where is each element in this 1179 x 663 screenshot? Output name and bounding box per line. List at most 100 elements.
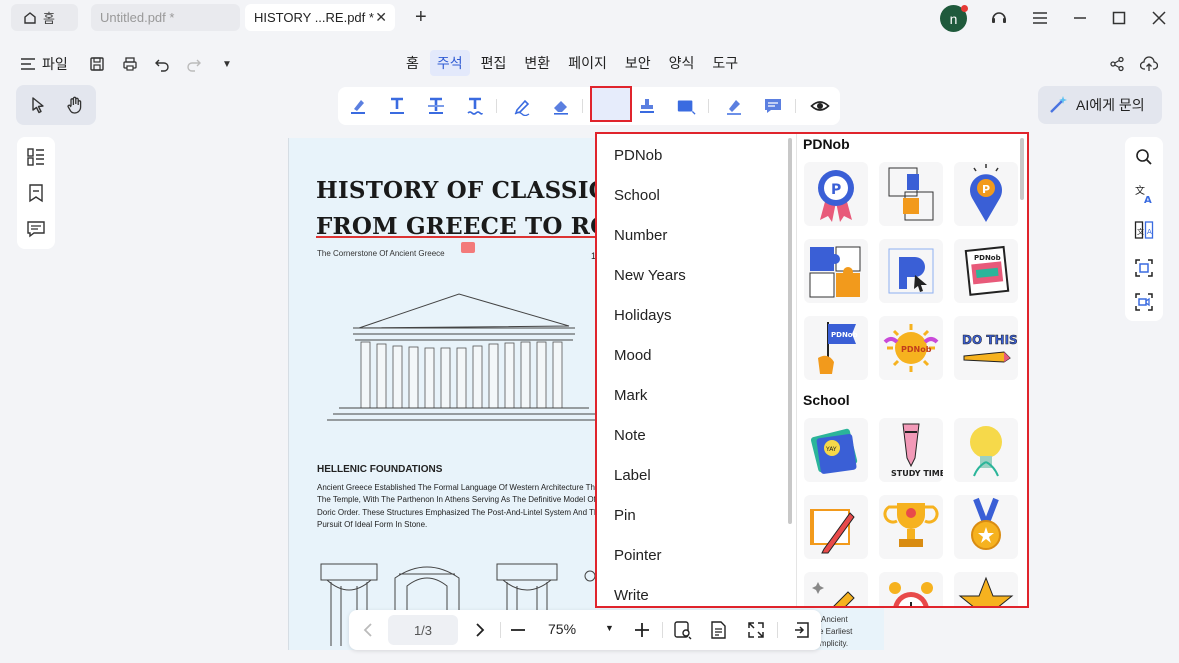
category-number[interactable]: Number — [614, 227, 667, 244]
zoom-dropdown-icon[interactable]: ▼ — [605, 623, 614, 633]
puzzle-sticker[interactable] — [804, 239, 868, 303]
squiggly-text-icon[interactable] — [465, 96, 485, 116]
category-pointer[interactable]: Pointer — [614, 547, 662, 564]
svg-text:DO THIS: DO THIS — [962, 333, 1018, 347]
star-sticker[interactable] — [954, 572, 1018, 606]
category-write[interactable]: Write — [614, 587, 649, 604]
translate-icon[interactable]: 文A — [1133, 183, 1155, 205]
page-indicator[interactable]: 1/3 — [388, 615, 458, 645]
next-page-icon[interactable] — [470, 620, 490, 640]
eraser-icon[interactable] — [551, 96, 571, 116]
redo-icon[interactable] — [185, 55, 203, 73]
highlight-icon[interactable] — [348, 96, 368, 116]
home-tab[interactable]: 홈 — [11, 4, 78, 31]
tab-history[interactable]: HISTORY ...RE.pdf * ✕ — [245, 4, 395, 31]
study-time-sticker[interactable]: STUDY TIME — [879, 418, 945, 482]
category-mark[interactable]: Mark — [614, 387, 647, 404]
read-mode-icon[interactable] — [673, 620, 693, 640]
undo-icon[interactable] — [153, 55, 171, 73]
menu-page[interactable]: 페이지 — [561, 50, 614, 76]
search-icon[interactable] — [1133, 146, 1155, 168]
share-icon[interactable] — [1108, 55, 1126, 73]
ai-assistant-button[interactable]: AI에게 문의 — [1038, 86, 1162, 124]
do-this-sticker[interactable]: DO THIS — [954, 316, 1018, 380]
category-label[interactable]: Label — [614, 467, 651, 484]
save-icon[interactable] — [88, 55, 106, 73]
category-pin[interactable]: Pin — [614, 507, 636, 524]
eye-icon[interactable] — [810, 96, 830, 116]
menu-edit[interactable]: 편집 — [474, 50, 514, 76]
award-ribbon-sticker[interactable]: P — [804, 162, 868, 226]
transform-boxes-sticker[interactable] — [879, 162, 943, 226]
notebook-sticker[interactable]: YAY — [804, 418, 868, 482]
menu-home[interactable]: 홈 — [399, 50, 426, 76]
fullscreen-icon[interactable] — [746, 620, 766, 640]
close-tab-icon[interactable]: ✕ — [375, 9, 387, 26]
avatar[interactable]: n — [940, 5, 968, 32]
previous-page-icon[interactable] — [358, 620, 378, 640]
zoom-out-icon[interactable] — [508, 620, 528, 640]
cloud-upload-icon[interactable] — [1140, 55, 1158, 73]
book-pencil-sticker[interactable] — [804, 495, 868, 559]
sun-badge-sticker[interactable]: PDNob — [879, 316, 943, 380]
trophy-sticker[interactable] — [879, 495, 943, 559]
medal-sticker[interactable] — [954, 495, 1018, 559]
print-icon[interactable] — [121, 55, 139, 73]
menu-annotate[interactable]: 주석 — [429, 50, 470, 76]
new-tab-icon[interactable]: + — [415, 6, 427, 29]
sticker-panel: PDNob School Number New Years Holidays M… — [595, 132, 1029, 608]
pdnob-flag-sticker[interactable]: PDNob — [804, 316, 868, 380]
category-scrollbar[interactable] — [788, 138, 792, 524]
file-menu[interactable]: 파일 — [20, 54, 68, 74]
compare-translate-icon[interactable]: 文A — [1133, 219, 1155, 241]
zoom-level[interactable]: 75% — [548, 621, 576, 637]
avatar-letter: n — [949, 10, 958, 27]
comment-marker-icon[interactable] — [461, 242, 475, 253]
screen-capture-icon[interactable] — [1133, 257, 1155, 279]
tab-untitled[interactable]: Untitled.pdf * — [91, 4, 240, 31]
panel-divider — [796, 134, 797, 606]
location-pin-sticker[interactable]: P — [954, 162, 1018, 226]
more-dropdown-icon[interactable]: ▼ — [218, 55, 236, 73]
menu-tools[interactable]: 도구 — [705, 50, 745, 76]
zoom-in-icon[interactable] — [632, 620, 652, 640]
strikethrough-icon[interactable] — [426, 96, 446, 116]
category-holidays[interactable]: Holidays — [614, 307, 672, 324]
category-new-years[interactable]: New Years — [614, 267, 686, 284]
maximize-icon[interactable] — [1109, 8, 1129, 28]
pencil-icon[interactable] — [512, 96, 532, 116]
text-underline-icon[interactable] — [387, 96, 407, 116]
category-pdnob[interactable]: PDNob — [614, 147, 662, 164]
pencil-sparkle-sticker[interactable] — [804, 572, 868, 606]
bookmark-icon[interactable] — [26, 183, 46, 203]
page-layout-icon[interactable] — [709, 620, 729, 640]
category-note[interactable]: Note — [614, 427, 646, 444]
shape-icon[interactable] — [676, 96, 696, 116]
comments-panel-icon[interactable] — [26, 219, 46, 239]
text-fragment: f Ancient — [817, 615, 848, 624]
category-mood[interactable]: Mood — [614, 347, 652, 364]
comment-list-icon[interactable] — [763, 96, 783, 116]
hamburger-icon — [21, 58, 35, 70]
collapse-panel-icon[interactable] — [792, 620, 812, 640]
screen-record-icon[interactable] — [1133, 291, 1155, 313]
category-school[interactable]: School — [614, 187, 660, 204]
sticker-tool-highlight — [590, 86, 632, 122]
hand-tool-icon[interactable] — [65, 95, 85, 115]
thumbnails-icon[interactable] — [26, 147, 46, 167]
pdnob-photo-sticker[interactable]: PDNob — [954, 239, 1018, 303]
menu-form[interactable]: 양식 — [662, 50, 702, 76]
alarm-clock-sticker[interactable] — [879, 572, 943, 606]
minimize-icon[interactable] — [1070, 8, 1090, 28]
menu-convert[interactable]: 변환 — [517, 50, 557, 76]
menu-security[interactable]: 보안 — [618, 50, 658, 76]
stamp-icon[interactable] — [637, 96, 657, 116]
close-window-icon[interactable] — [1149, 8, 1169, 28]
menu-icon[interactable] — [1030, 8, 1050, 28]
lightbulb-sticker[interactable] — [954, 418, 1018, 482]
cursor-logo-sticker[interactable] — [879, 239, 943, 303]
select-arrow-icon[interactable] — [28, 95, 48, 115]
signature-icon[interactable] — [724, 96, 744, 116]
support-icon[interactable] — [989, 8, 1009, 28]
sticker-scrollbar[interactable] — [1020, 138, 1024, 200]
